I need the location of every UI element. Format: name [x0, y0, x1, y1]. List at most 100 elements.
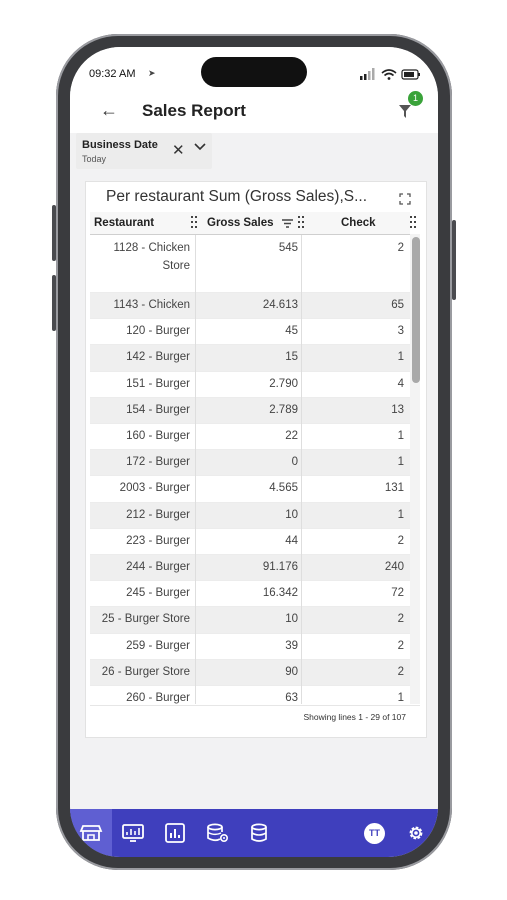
status-icons: [360, 68, 420, 80]
cell-restaurant: 2003 - Burger: [119, 482, 190, 495]
tab-store[interactable]: [70, 809, 112, 857]
cell-restaurant: 172 - Burger: [126, 456, 190, 469]
cell-check: 1: [397, 508, 404, 521]
back-arrow-icon[interactable]: ←: [100, 100, 118, 121]
cell-gross-sales: 90: [285, 665, 298, 678]
cell-check: 1: [397, 692, 404, 704]
cell-restaurant: 1143 - Chicken: [113, 299, 191, 311]
cell-gross-sales: 10: [285, 613, 298, 626]
side-button-right: [452, 220, 456, 300]
bottom-tab-bar: TT: [70, 809, 438, 857]
cell-gross-sales: 39: [285, 639, 298, 652]
cell-gross-sales: 24.613: [262, 299, 298, 311]
cell-restaurant: 154 - Burger: [126, 403, 190, 416]
pagination-info: Showing lines 1 - 29 of 107: [303, 712, 406, 722]
cell-check: 2: [397, 613, 404, 626]
table-row[interactable]: 160 - Burger 22 1: [90, 423, 410, 451]
cell-gross-sales: 22: [285, 430, 298, 442]
table-row[interactable]: 1128 - Chicken Store 545 2: [90, 235, 410, 293]
table-row[interactable]: 26 - Burger Store 90 2: [90, 658, 410, 686]
column-divider: [301, 235, 302, 704]
cell-restaurant: 151 - Burger: [126, 377, 190, 390]
scrollbar-thumb[interactable]: [412, 237, 420, 383]
cell-gross-sales: 545: [278, 242, 298, 254]
cell-restaurant: 244 - Burger: [126, 561, 190, 573]
side-button-left: [52, 205, 56, 261]
page-title: Sales Report: [142, 101, 246, 120]
table-row[interactable]: 1143 - Chicken 24.613 65: [90, 292, 410, 320]
table-row[interactable]: 25 - Burger Store 10 2: [90, 606, 410, 634]
monitor-chart-icon: [122, 824, 144, 842]
cell-restaurant: 260 - Burger: [126, 692, 190, 704]
signal-bar: [360, 76, 363, 80]
expand-icon[interactable]: [399, 193, 411, 205]
tab-settings[interactable]: [406, 823, 428, 843]
cell-check: 72: [391, 587, 404, 600]
cell-restaurant: 160 - Burger: [126, 430, 190, 442]
avatar[interactable]: TT: [364, 823, 385, 844]
clear-filter-icon[interactable]: ✕: [172, 141, 185, 159]
database-icon: [251, 823, 267, 842]
cell-gross-sales: 45: [285, 325, 298, 338]
tab-monitor[interactable]: [122, 823, 144, 843]
cell-check: 131: [384, 482, 404, 495]
chevron-down-icon[interactable]: [194, 142, 206, 152]
cell-check: 2: [397, 242, 404, 254]
filter-label: Business Date: [82, 139, 158, 151]
cell-check: 1: [397, 351, 404, 364]
column-header-gross-sales[interactable]: Gross Sales: [207, 212, 273, 234]
table-row[interactable]: 260 - Burger 63 1: [90, 685, 410, 704]
cell-restaurant: 120 - Burger: [126, 325, 190, 338]
table-row[interactable]: 2003 - Burger 4.565 131: [90, 475, 410, 503]
table-row[interactable]: 223 - Burger 44 2: [90, 528, 410, 555]
filter-icon[interactable]: [398, 103, 412, 119]
cell-restaurant: 142 - Burger: [126, 351, 190, 364]
app-header: ← Sales Report 1: [70, 91, 438, 133]
table-row[interactable]: 142 - Burger 15 1: [90, 344, 410, 372]
cell-check: 13: [391, 403, 404, 416]
table-row[interactable]: 259 - Burger 39 2: [90, 633, 410, 660]
table-row[interactable]: 244 - Burger 91.176 240: [90, 554, 410, 582]
cell-gross-sales: 91.176: [262, 561, 298, 573]
bar-chart-icon: [165, 823, 185, 843]
cell-gross-sales: 15: [285, 351, 298, 364]
column-drag-handle-icon[interactable]: [410, 214, 416, 232]
store-icon: [79, 825, 103, 841]
filter-count-badge: 1: [408, 91, 423, 106]
tab-analytics[interactable]: [164, 823, 186, 843]
database-settings-icon: [207, 823, 229, 843]
table-row[interactable]: 154 - Burger 2.789 13: [90, 396, 410, 424]
cell-check: 3: [397, 325, 404, 338]
table-row[interactable]: 212 - Burger 10 1: [90, 501, 410, 529]
status-time: 09:32 AM: [89, 68, 136, 80]
cell-gross-sales: 4.565: [269, 482, 298, 495]
table-row[interactable]: 172 - Burger 0 1: [90, 449, 410, 477]
cell-gross-sales: 2.790: [269, 377, 298, 390]
cell-check: 2: [397, 534, 404, 547]
cell-gross-sales: 10: [285, 508, 298, 521]
table-header: Restaurant Gross Sales Check: [90, 212, 416, 235]
cell-gross-sales: 0: [291, 456, 298, 469]
sort-icon[interactable]: [282, 219, 293, 228]
table-row[interactable]: 120 - Burger 45 3: [90, 318, 410, 346]
cell-check: 2: [397, 639, 404, 652]
business-date-filter-chip[interactable]: Business Date Today ✕: [76, 133, 212, 169]
cell-check: 1: [397, 430, 404, 442]
cell-gross-sales: 44: [285, 534, 298, 547]
filter-value: Today: [82, 154, 107, 164]
cell-gross-sales: 16.342: [262, 587, 298, 600]
tab-database[interactable]: [248, 823, 270, 843]
side-button-left: [52, 275, 56, 331]
tab-data-settings[interactable]: [206, 823, 229, 843]
column-header-check[interactable]: Check: [341, 212, 376, 234]
table-body[interactable]: 260 - Burger 63 1 26 - Burger Store 90 2 259 -…: [90, 235, 410, 704]
cell-gross-sales: 2.789: [269, 403, 298, 416]
column-drag-handle-icon[interactable]: [298, 214, 304, 232]
column-drag-handle-icon[interactable]: [191, 214, 197, 232]
table-footer: Showing lines 1 - 29 of 107: [90, 705, 420, 728]
status-bar: 09:32 AM ➤: [70, 47, 438, 97]
table-row[interactable]: 151 - Burger 2.790 4: [90, 371, 410, 398]
column-header-restaurant[interactable]: Restaurant: [94, 212, 154, 234]
report-title: Per restaurant Sum (Gross Sales),S...: [106, 188, 368, 205]
table-row[interactable]: 245 - Burger 16.342 72: [90, 580, 410, 608]
